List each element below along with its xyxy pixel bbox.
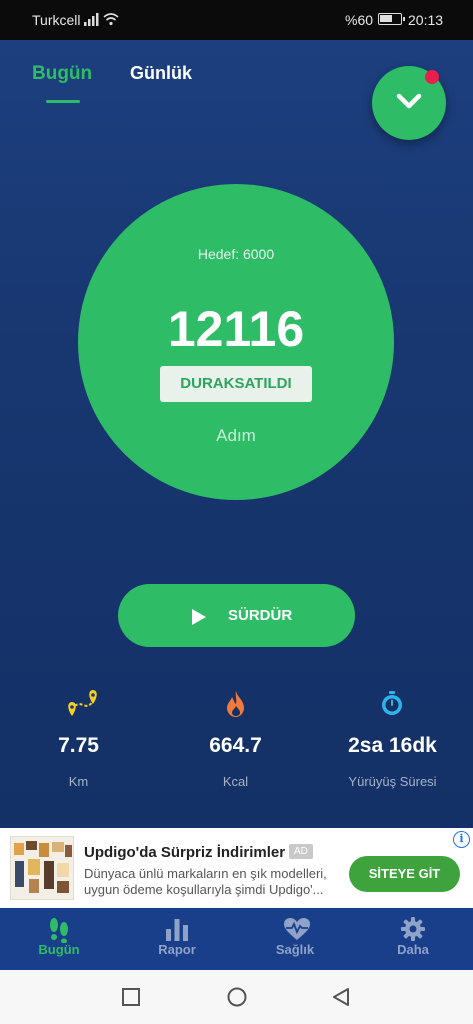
paused-badge: DURAKSATILDI xyxy=(160,366,312,402)
route-pin-icon xyxy=(68,690,97,716)
ad-description-line: uygun ödeme koşullarıyla şimdi Updigo'..… xyxy=(84,882,324,897)
battery-icon xyxy=(378,13,405,25)
bar-chart-icon xyxy=(166,919,188,941)
stat-duration: 2sa 16dk Yürüyüş Süresi xyxy=(314,688,471,789)
recent-apps-icon[interactable] xyxy=(121,987,141,1007)
main-panel: Bugün Günlük Hedef: 6000 12116 DURAKSATI… xyxy=(0,40,473,908)
step-counter-circle: Hedef: 6000 12116 DURAKSATILDI Adım xyxy=(78,184,394,500)
home-icon[interactable] xyxy=(226,987,248,1007)
stopwatch-icon xyxy=(382,691,402,715)
signal-wifi-icons xyxy=(84,12,120,29)
chevron-down-icon xyxy=(396,93,422,109)
flame-icon xyxy=(227,691,244,717)
carrier-name: Turkcell xyxy=(32,12,81,28)
ad-description-line: Dünyaca ünlü markaların en şık modelleri… xyxy=(84,866,327,881)
ad-visit-button[interactable]: SİTEYE GİT xyxy=(349,856,460,892)
nav-label: Bugün xyxy=(38,942,80,957)
stat-label: Kcal xyxy=(222,774,249,789)
stat-label: Km xyxy=(68,774,89,789)
nav-item-more[interactable]: Daha xyxy=(354,908,472,970)
ad-image[interactable] xyxy=(10,836,74,900)
ad-info-icon[interactable]: i xyxy=(453,831,470,848)
tab-daily[interactable]: Günlük xyxy=(130,63,192,84)
ad-title[interactable]: Updigo'da Sürpriz İndirimler xyxy=(84,844,285,861)
stat-calories: 664.7 Kcal xyxy=(157,688,314,789)
step-count: 12116 xyxy=(167,301,305,357)
stat-label: Yürüyüş Süresi xyxy=(348,774,437,789)
gear-icon xyxy=(401,917,425,941)
status-bar: Turkcell %60 20:13 xyxy=(0,0,473,40)
tab-today[interactable]: Bugün xyxy=(32,63,92,85)
goal-text: Hedef: 6000 xyxy=(197,246,275,262)
ad-badge: AD xyxy=(289,844,313,859)
resume-label: SÜRDÜR xyxy=(228,607,293,624)
nav-label: Rapor xyxy=(158,942,196,957)
system-nav-bar xyxy=(0,970,473,1024)
back-icon[interactable] xyxy=(331,987,351,1007)
footsteps-icon xyxy=(50,918,68,943)
stat-value: 7.75 xyxy=(58,734,99,757)
play-icon xyxy=(192,609,206,625)
nav-item-health[interactable]: Sağlık xyxy=(236,908,354,970)
resume-button[interactable]: SÜRDÜR xyxy=(118,584,355,647)
clock: 20:13 xyxy=(408,12,444,28)
nav-item-report[interactable]: Rapor xyxy=(118,908,236,970)
nav-label: Daha xyxy=(397,942,429,957)
nav-label: Sağlık xyxy=(275,942,315,957)
tab-indicator xyxy=(46,100,80,103)
steps-unit-label: Adım xyxy=(216,426,256,445)
battery-percent: %60 xyxy=(345,12,374,28)
bottom-nav: Bugün Rapor Sağlık Daha xyxy=(0,908,473,970)
nav-item-today[interactable]: Bugün xyxy=(0,908,118,970)
stat-value: 664.7 xyxy=(209,734,262,757)
notification-dot xyxy=(425,70,439,84)
ad-banner[interactable]: Updigo'da Sürpriz İndirimler AD Dünyaca … xyxy=(0,828,473,908)
stat-distance: 7.75 Km xyxy=(0,688,157,789)
heart-pulse-icon xyxy=(284,918,310,940)
stat-value: 2sa 16dk xyxy=(348,734,437,757)
